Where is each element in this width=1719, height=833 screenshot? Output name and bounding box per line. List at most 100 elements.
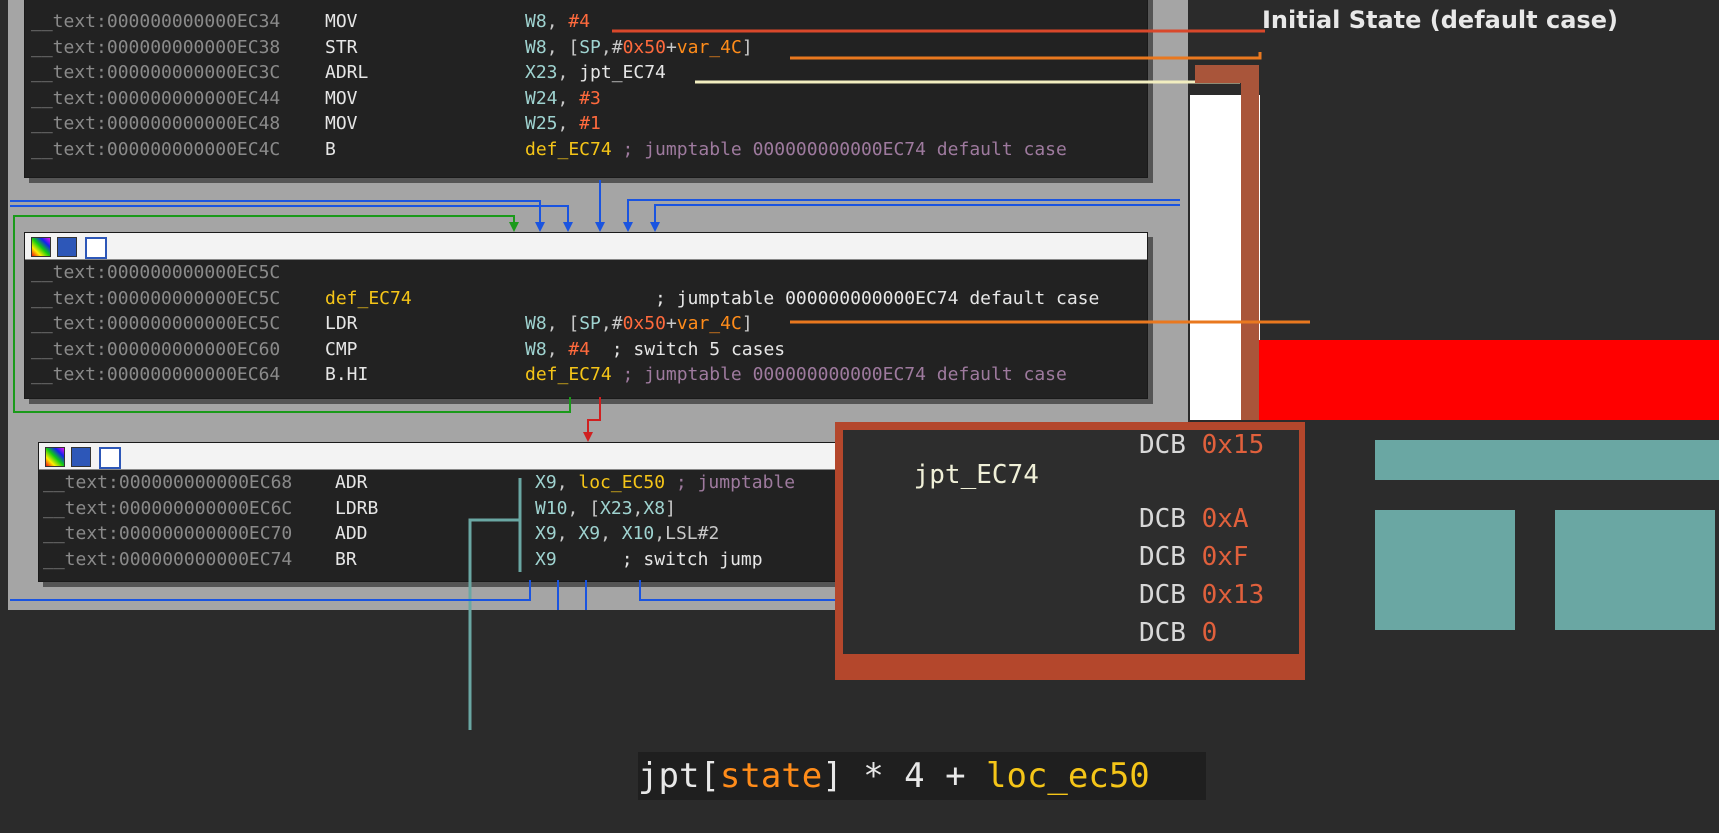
line-address: __text:000000000000EC5C: [31, 287, 281, 309]
edit-icon[interactable]: [71, 447, 91, 467]
code-line[interactable]: __text:000000000000EC48 MOV W25, #1: [25, 111, 1147, 137]
operand-token: ,: [556, 472, 579, 493]
code-line[interactable]: __text:000000000000EC68 ADR X9, loc_EC50 ;…: [39, 470, 839, 496]
line-operands: X9, X9, X10,LSL#2: [535, 521, 719, 547]
line-address: __text:000000000000EC70: [43, 523, 293, 545]
line-address: __text:000000000000EC74: [43, 548, 293, 570]
line-address: __text:000000000000EC3C: [31, 62, 281, 84]
operand-token: W25: [525, 113, 558, 135]
operand-token: +: [665, 313, 677, 335]
line-operands: X23, jpt_EC74: [525, 60, 666, 86]
operand-token: ; switch 5 cases: [590, 338, 786, 360]
operand-token: ]: [741, 313, 753, 335]
formula-jpt: jpt[: [638, 756, 720, 796]
formula-state: state: [719, 756, 823, 796]
operand-token: , [: [546, 36, 580, 58]
operand-token: X10: [621, 523, 655, 545]
edit-icon[interactable]: [57, 237, 77, 257]
code-line[interactable]: __text:000000000000EC5C def_EC74 ; jumpta…: [25, 286, 1147, 312]
operand-token: def_EC74: [525, 364, 612, 386]
entry-value: 0xA: [1201, 504, 1249, 534]
line-mnemonic: ADRL: [325, 62, 369, 84]
graph-icon[interactable]: [99, 447, 121, 469]
line-mnemonic: MOV: [325, 113, 358, 135]
code-line[interactable]: __text:000000000000EC74 BR X9 ; switch jum…: [39, 547, 839, 573]
code-block-dispatch[interactable]: __text:000000000000EC5C __text:0000000000…: [24, 232, 1148, 399]
line-mnemonic: ADD: [335, 523, 368, 545]
operand-token: #3: [579, 87, 601, 109]
code-line[interactable]: __text:000000000000EC64 B.HI def_EC74 ; ju…: [25, 362, 1147, 388]
operand-token: loc_EC50: [578, 472, 666, 493]
code-line[interactable]: __text:000000000000EC5C LDR W8, [SP,#0x50+…: [25, 311, 1147, 337]
entry-directive: DCB: [1139, 504, 1202, 534]
block-header: [25, 233, 1147, 260]
operand-token: var_4C: [676, 36, 742, 58]
line-operands: W8, [SP,#0x50+var_4C]: [525, 311, 753, 337]
operand-token: ]: [741, 36, 753, 58]
operand-token: var_4C: [676, 313, 742, 335]
code-line[interactable]: __text:000000000000EC38 STR W8, [SP,#0x50+…: [25, 35, 1147, 61]
code-line[interactable]: __text:000000000000EC44 MOV W24, #3: [25, 86, 1147, 112]
operand-token: jpt_EC74: [579, 62, 666, 84]
formula-rest: ] * 4 +: [822, 756, 987, 796]
operand-token: ; jumptable 000000000000EC74 default cas…: [611, 364, 1067, 386]
code-line[interactable]: __text:000000000000EC60 CMP W8, #4 ; switc…: [25, 337, 1147, 363]
operand-token: ,: [546, 338, 569, 360]
code-block-switch[interactable]: __text:000000000000EC68 ADR X9, loc_EC50 ;…: [38, 442, 840, 582]
line-address: __text:000000000000EC64: [31, 364, 281, 386]
jumptable-panel: jpt_EC74 DCB 0x15 DCB 0xA DCB 0xF DCB 0x13 D…: [843, 430, 1299, 654]
line-operands: W8, [SP,#0x50+var_4C]: [525, 35, 753, 61]
line-operands: X9 ; switch jump: [535, 547, 763, 573]
entry-value: 0x15: [1201, 430, 1265, 460]
operand-token: ,: [556, 523, 579, 545]
line-mnemonic: ADR: [335, 472, 368, 493]
operand-token: ; switch jump: [556, 548, 763, 570]
entry-directive: DCB: [1139, 542, 1202, 572]
code-line[interactable]: __text:000000000000EC70 ADD X9, X9, X10,LS…: [39, 521, 839, 547]
operand-token: SP: [579, 313, 601, 335]
operand-token: ; jumptable 000000000000EC74 default cas…: [611, 138, 1067, 160]
code-line[interactable]: __text:000000000000EC34 MOV W8, #4: [25, 9, 1147, 35]
entry-directive: DCB: [1139, 618, 1202, 648]
line-mnemonic: MOV: [325, 87, 358, 109]
line-mnemonic: STR: [325, 36, 358, 58]
operand-token: ,#: [600, 313, 623, 335]
code-line[interactable]: __text:000000000000EC6C LDRB W10, [X23,X8]: [39, 496, 839, 522]
line-operands: ; jumptable 000000000000EC74 default cas…: [525, 286, 1099, 312]
palette-icon[interactable]: [31, 237, 51, 257]
operand-token: W8: [525, 36, 547, 58]
entry-directive: DCB: [1139, 580, 1202, 610]
graph-icon[interactable]: [85, 237, 107, 259]
line-mnemonic: CMP: [325, 338, 358, 360]
operand-token: X8: [643, 497, 666, 519]
code-line[interactable]: __text:000000000000EC4C Bdef_EC74 ; jumpt…: [25, 137, 1147, 163]
entry-value: 0: [1201, 618, 1218, 648]
code-line[interactable]: __text:000000000000EC5C: [25, 260, 1147, 286]
operand-token: W8: [525, 11, 547, 32]
operand-token: X9: [535, 548, 557, 570]
operand-token: ,#: [600, 36, 623, 58]
entry-directive: DCB: [1139, 430, 1202, 460]
line-operands: X9, loc_EC50 ; jumptable: [535, 470, 795, 496]
operand-token: ]: [665, 497, 676, 519]
line-address: __text:000000000000EC34: [31, 11, 281, 32]
operand-token: 0x50: [622, 36, 666, 58]
line-address: __text:000000000000EC38: [31, 36, 281, 58]
palette-icon[interactable]: [45, 447, 65, 467]
operand-token: ,: [557, 113, 580, 135]
line-address: __text:000000000000EC5C: [31, 313, 281, 335]
jumptable-entry: DCB 0: [1139, 618, 1217, 648]
jumptable-entry: DCB 0xA: [1139, 504, 1249, 534]
jumptable-entry: DCB 0x13: [1139, 580, 1264, 610]
code-line[interactable]: __text:000000000000EC3C ADRL X23, jpt_EC74: [25, 60, 1147, 86]
teal-annotation: [1305, 440, 1719, 670]
line-mnemonic: MOV: [325, 11, 358, 32]
operand-token: ; jumptable: [665, 472, 796, 493]
operand-token: #4: [568, 11, 591, 32]
operand-token: #4: [568, 338, 591, 360]
block-rows: __text:000000000000EC68 ADR X9, loc_EC50 ;…: [39, 470, 839, 572]
operand-token: W8: [525, 338, 547, 360]
code-block-init[interactable]: __text:000000000000EC34 MOV W8, #4 __text:0…: [24, 0, 1148, 178]
annotation-red-bar: [1258, 340, 1719, 420]
formula-loc: loc_ec50: [986, 756, 1150, 796]
